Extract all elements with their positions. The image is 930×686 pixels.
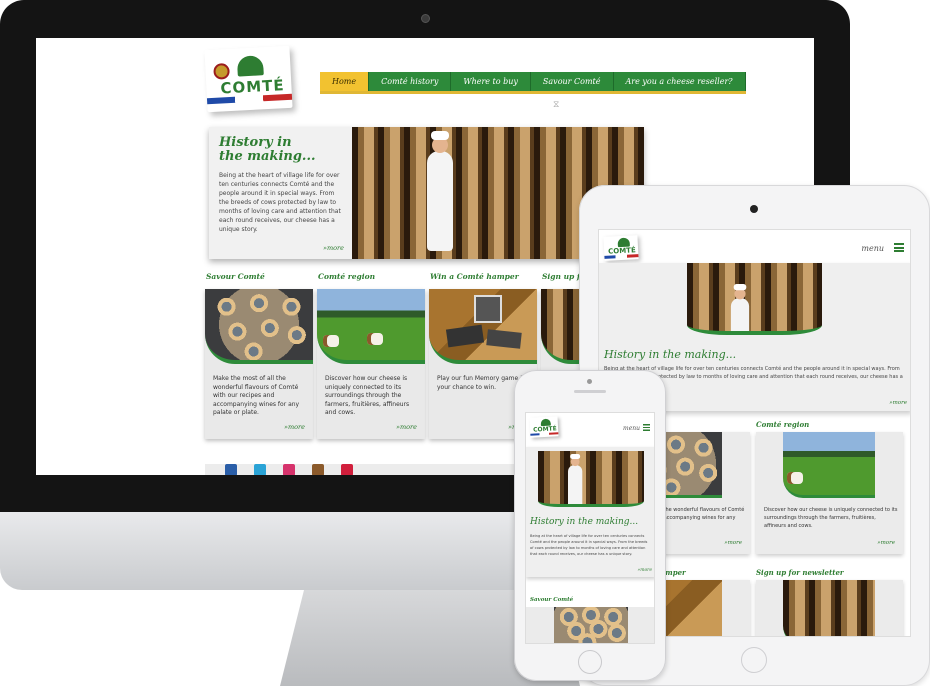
cheese-cellar-image (687, 263, 822, 335)
card-text: Discover how our cheese is uniquely conn… (764, 507, 898, 529)
phone-device: COMTÉ menu History in the making... Bein… (514, 370, 666, 681)
home-button[interactable] (578, 650, 602, 674)
hero-title: History in the making... (219, 135, 316, 164)
hero-more-link[interactable]: »more (323, 244, 344, 252)
hamburger-menu-icon[interactable] (643, 424, 650, 431)
camera-icon (750, 205, 758, 213)
card-more-link[interactable]: »more (284, 423, 305, 431)
card-sign-up: Sign up for newsletter (756, 568, 903, 636)
card-box (756, 580, 903, 636)
cheese-tarts-image[interactable] (554, 607, 628, 643)
hamper-photo (474, 295, 502, 323)
hero-more-link[interactable]: »more (637, 568, 652, 573)
card-comte-region: Comté region Discover how our cheese is … (317, 272, 425, 442)
pasture-cows-image[interactable] (783, 432, 875, 498)
cow-figure (787, 472, 803, 484)
cheese-cellar-image (538, 451, 644, 507)
hero-text-panel: History in the making... Being at the he… (209, 127, 352, 259)
hamper-item (486, 329, 522, 349)
card-text: Make the most of all the wonderful flavo… (213, 375, 300, 417)
cheese-wheels-image[interactable] (783, 580, 875, 636)
pinterest-icon[interactable] (341, 464, 353, 475)
card-more-link[interactable]: »more (396, 423, 417, 431)
hero-more-link[interactable]: »more (889, 400, 907, 406)
hamper-image[interactable] (429, 289, 537, 364)
main-nav: Home Comté history Where to buy Savour C… (320, 72, 746, 94)
camera-icon (587, 379, 592, 384)
card-title: Sign up for newsletter (756, 568, 844, 577)
hero-title: History in the making... (530, 517, 639, 527)
french-flag-stripe (530, 432, 559, 436)
card-title: Comté region (318, 272, 376, 281)
card-title: Savour Comté (206, 272, 265, 281)
cow-figure (367, 333, 383, 345)
french-flag-stripe (206, 93, 293, 105)
hero-banner: History in the making... Being at the he… (526, 447, 654, 577)
hero-text: Being at the heart of village life for o… (219, 172, 341, 233)
nav-home[interactable]: Home (320, 72, 370, 91)
home-button[interactable] (741, 647, 767, 673)
card-more-link[interactable]: »more (724, 540, 742, 546)
instagram-icon[interactable] (283, 464, 295, 475)
card-savour-comte (526, 607, 654, 643)
phone-screen: COMTÉ menu History in the making... Bein… (525, 412, 655, 644)
responsive-mockup: COMTÉ Home Comté history Where to buy Sa… (0, 0, 930, 686)
french-flag-stripe (604, 254, 639, 259)
nav-comte-history[interactable]: Comté history (369, 72, 452, 91)
comte-logo[interactable]: COMTÉ (529, 416, 559, 438)
card-savour-comte: Savour Comté Make the most of all the wo… (205, 272, 313, 442)
cellar-worker-figure (730, 284, 750, 331)
hamper-item (445, 324, 485, 348)
card-text: Discover how our cheese is uniquely conn… (325, 375, 410, 417)
menu-label[interactable]: menu (861, 244, 884, 253)
aoc-seal-icon (213, 62, 230, 80)
card-box: Make the most of all the wonderful flavo… (205, 289, 313, 439)
hero-title: History in the making... (604, 348, 737, 361)
pasture-cows-image[interactable] (317, 289, 425, 364)
youtube-icon[interactable] (312, 464, 324, 475)
card-title: Win a Comté hamper (430, 272, 519, 281)
card-box: Discover how our cheese is uniquely conn… (756, 432, 903, 554)
nav-where-to-buy[interactable]: Where to buy (451, 72, 531, 91)
comte-logo[interactable]: COMTÉ (603, 235, 639, 261)
facebook-icon[interactable] (225, 464, 237, 475)
card-comte-region: Comté region Discover how our cheese is … (756, 420, 903, 554)
bell-icon (236, 55, 264, 77)
card-more-link[interactable]: »more (877, 540, 895, 546)
cow-figure (323, 335, 339, 347)
loading-spinner-icon: ⧖ (553, 100, 560, 110)
cheese-tarts-image[interactable] (205, 289, 313, 364)
menu-label[interactable]: menu (623, 425, 640, 432)
card-box: Discover how our cheese is uniquely conn… (317, 289, 425, 439)
nav-cheese-reseller[interactable]: Are you a cheese reseller? (613, 72, 746, 91)
cellar-worker-figure (568, 454, 583, 504)
comte-logo[interactable]: COMTÉ (204, 45, 293, 113)
hero-text: Being at the heart of village life for o… (530, 534, 648, 556)
twitter-icon[interactable] (254, 464, 266, 475)
cellar-worker-figure (427, 131, 453, 251)
card-title: Savour Comté (530, 597, 574, 603)
nav-savour-comte[interactable]: Savour Comté (530, 72, 614, 91)
speaker-grille (574, 390, 606, 393)
camera-icon (421, 14, 430, 23)
hamburger-menu-icon[interactable] (894, 243, 904, 252)
card-title: Comté region (756, 420, 810, 429)
